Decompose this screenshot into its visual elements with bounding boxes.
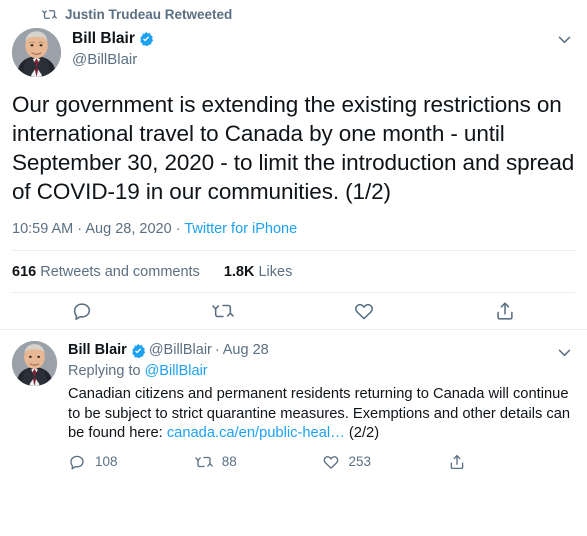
tweet-stats-row: 616 Retweets and comments 1.8K Likes — [12, 251, 575, 292]
avatar[interactable] — [12, 341, 57, 386]
reply-author-display-name[interactable]: Bill Blair — [68, 341, 127, 360]
reply-count: 108 — [95, 454, 118, 469]
reply-icon — [71, 300, 93, 322]
share-icon — [494, 300, 516, 322]
replying-to-row: Replying to @BillBlair — [68, 361, 553, 381]
likes-count: 1.8K — [223, 264, 255, 280]
retweet-action[interactable]: 88 — [194, 453, 322, 471]
main-tweet: Bill Blair @BillBlair Our government is … — [0, 26, 587, 329]
reply-action-bar: 108 88 253 — [68, 444, 575, 477]
retweet-context: Justin Trudeau Retweeted — [0, 0, 587, 26]
heart-icon — [322, 453, 340, 471]
reply-author-row: Bill Blair @BillBlair · Aug 28 Replying — [68, 341, 575, 381]
reply-separator: · — [214, 342, 220, 358]
tweet-action-bar — [12, 293, 575, 329]
retweets-label: Retweets and comments — [40, 264, 200, 280]
tweet-date: Aug 28, 2020 — [85, 221, 172, 237]
retweet-icon — [42, 7, 57, 22]
reply-name-line: Bill Blair @BillBlair · Aug 28 — [68, 341, 553, 360]
reply-author-handle[interactable]: @BillBlair — [149, 341, 212, 360]
avatar[interactable] — [12, 28, 61, 77]
reply-date[interactable]: Aug 28 — [223, 341, 269, 360]
retweet-icon — [194, 453, 213, 471]
heart-icon — [353, 300, 375, 322]
tweet-source-link[interactable]: Twitter for iPhone — [184, 221, 297, 237]
reply-content: Bill Blair @BillBlair · Aug 28 Replying — [68, 341, 575, 477]
reply-action[interactable] — [12, 300, 153, 322]
author-handle[interactable]: @BillBlair — [72, 50, 553, 70]
meta-separator-1: · — [77, 221, 83, 237]
tweet-text: Our government is extending the existing… — [12, 92, 575, 204]
retweets-count: 616 — [12, 264, 37, 280]
share-icon — [448, 453, 466, 471]
retweet-context-label: Justin Trudeau Retweeted — [65, 7, 233, 22]
share-action[interactable] — [448, 453, 575, 471]
like-action[interactable]: 253 — [322, 453, 449, 471]
likes-label: Likes — [258, 264, 293, 280]
verified-badge-icon — [138, 31, 154, 47]
replying-to-mention[interactable]: @BillBlair — [145, 363, 208, 379]
main-tweet-author-row: Bill Blair @BillBlair — [12, 26, 575, 77]
reply-tweet: Bill Blair @BillBlair · Aug 28 Replying — [0, 330, 587, 477]
like-action[interactable] — [294, 300, 435, 322]
reply-text: Canadian citizens and permanent resident… — [68, 385, 575, 444]
author-name-line: Bill Blair — [72, 29, 553, 49]
retweet-action[interactable] — [153, 300, 294, 322]
likes-stat[interactable]: 1.8K Likes — [224, 264, 293, 280]
retweet-count: 88 — [221, 454, 237, 469]
reply-icon — [68, 453, 86, 471]
author-display-name[interactable]: Bill Blair — [72, 29, 135, 49]
reply-menu-button[interactable] — [553, 341, 575, 363]
reply-author-info: Bill Blair @BillBlair · Aug 28 Replying — [68, 341, 553, 381]
retweet-icon — [212, 300, 234, 322]
retweets-stat[interactable]: 616 Retweets and comments — [12, 264, 200, 280]
verified-badge-icon — [130, 343, 146, 359]
meta-separator-2: · — [175, 221, 181, 237]
tweet-thread-view: Justin Trudeau Retweeted Bill Blair @Bil… — [0, 0, 587, 536]
tweet-timestamp-row: 10:59 AM · Aug 28, 2020 · Twitter for iP… — [12, 206, 575, 250]
share-action[interactable] — [434, 300, 575, 322]
reply-text-after-link: (2/2) — [344, 425, 380, 441]
reply-external-link[interactable]: canada.ca/en/public-heal… — [167, 425, 345, 441]
tweet-time: 10:59 AM — [12, 221, 74, 237]
replying-to-label: Replying to — [68, 363, 141, 379]
like-count: 253 — [348, 454, 372, 469]
main-tweet-author-info: Bill Blair @BillBlair — [72, 28, 553, 70]
reply-action[interactable]: 108 — [68, 453, 195, 471]
tweet-menu-button[interactable] — [553, 28, 575, 50]
